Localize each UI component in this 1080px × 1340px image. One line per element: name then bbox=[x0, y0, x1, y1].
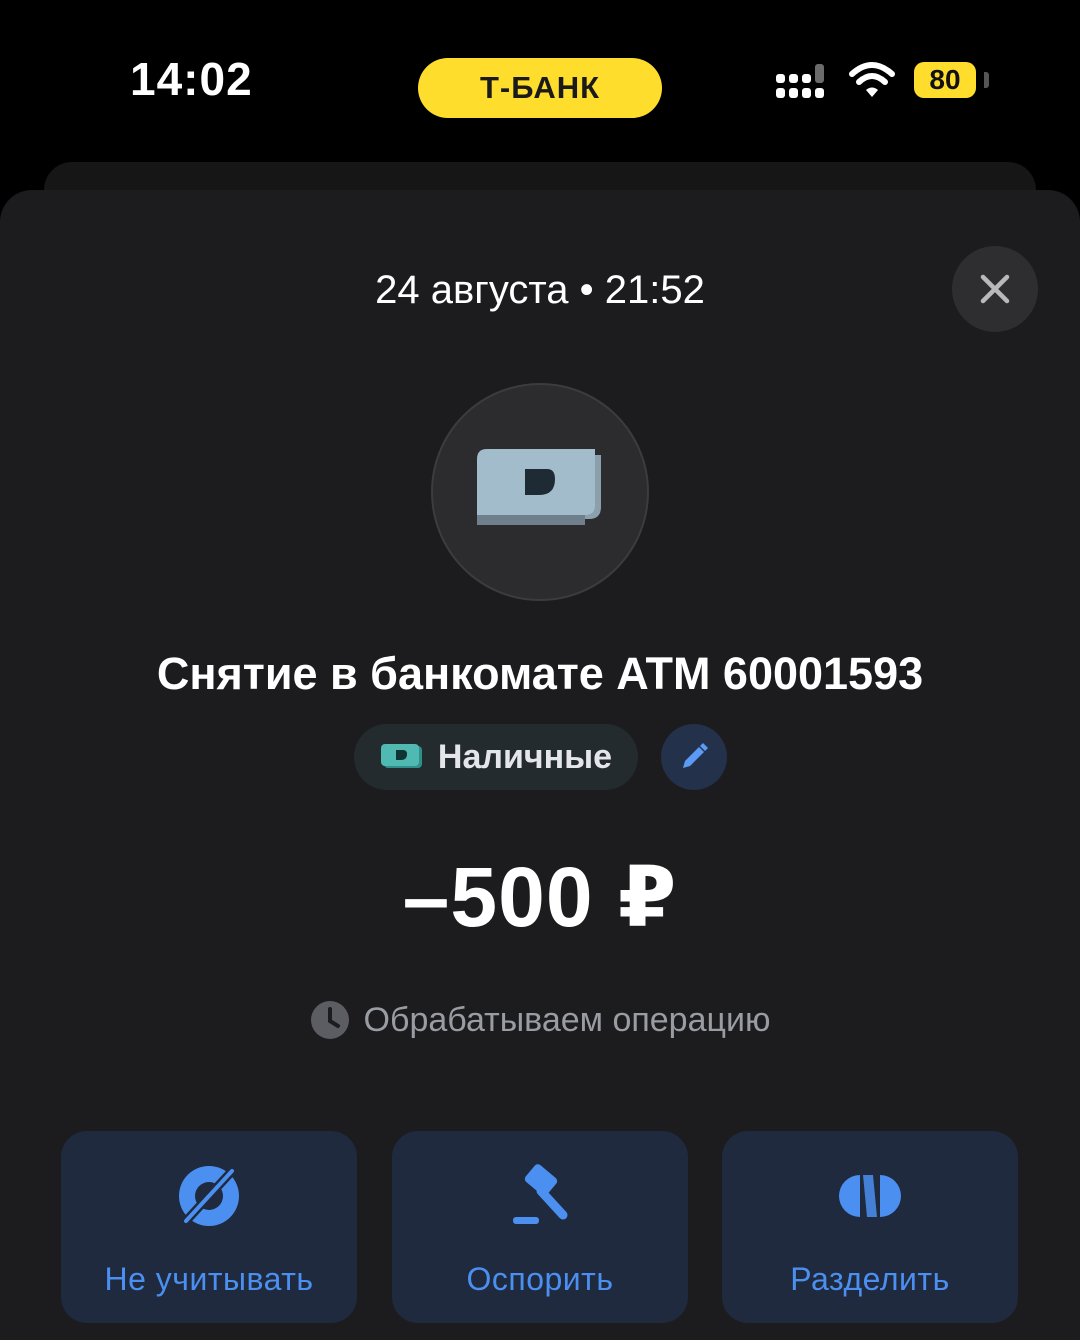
operation-status: Обрабатываем операцию bbox=[0, 1000, 1080, 1040]
operation-amount: –500 ₽ bbox=[402, 850, 678, 944]
exclude-label: Не учитывать bbox=[104, 1261, 314, 1297]
split-label: Разделить bbox=[790, 1261, 950, 1297]
eye-off-icon bbox=[174, 1161, 244, 1231]
clock: 14:02 bbox=[130, 53, 253, 105]
status-bar: 14:02 Т-БАНК 80 bbox=[0, 0, 1080, 160]
gavel-icon bbox=[505, 1161, 575, 1231]
edit-category-button[interactable] bbox=[661, 724, 727, 790]
battery-indicator: 80 bbox=[914, 62, 976, 98]
dispute-button[interactable]: Оспорить bbox=[392, 1131, 688, 1323]
battery-cap bbox=[984, 72, 989, 88]
cash-icon bbox=[477, 449, 601, 525]
operation-title: Снятие в банкомате ATM 60001593 bbox=[156, 648, 924, 699]
pencil-icon bbox=[683, 743, 708, 768]
clock-icon bbox=[310, 1001, 349, 1039]
exclude-button[interactable]: Не учитывать bbox=[61, 1131, 357, 1323]
bank-badge: Т-БАНК bbox=[418, 58, 662, 118]
split-button[interactable]: Разделить bbox=[722, 1131, 1018, 1323]
split-icon bbox=[835, 1161, 905, 1231]
wifi-icon bbox=[849, 62, 895, 97]
category-chip[interactable]: Наличные bbox=[354, 724, 638, 790]
cellular-signal-icon bbox=[776, 64, 824, 98]
category-label: Наличные bbox=[437, 737, 613, 776]
operation-avatar bbox=[431, 383, 649, 601]
dispute-label: Оспорить bbox=[466, 1261, 614, 1297]
close-icon bbox=[980, 274, 1010, 304]
operation-datetime: 24 августа • 21:52 bbox=[375, 268, 705, 312]
operation-status-text: Обрабатываем операцию bbox=[363, 1000, 771, 1039]
cash-category-icon bbox=[380, 744, 422, 768]
close-button[interactable] bbox=[952, 246, 1038, 332]
